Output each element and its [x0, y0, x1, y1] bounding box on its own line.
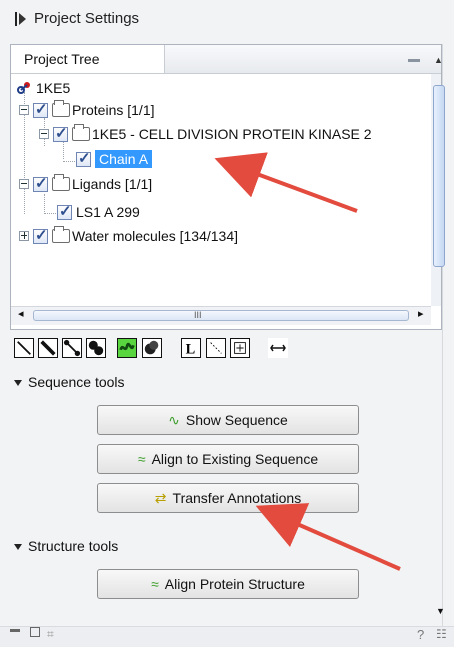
- ball-stick-style-icon[interactable]: [62, 338, 82, 358]
- checkbox-chain-a[interactable]: [76, 149, 91, 167]
- structure-tools-section[interactable]: Structure tools: [14, 538, 118, 554]
- scroll-down-icon[interactable]: ▼: [436, 606, 445, 616]
- align-icon: ≈: [137, 451, 146, 467]
- window-icon[interactable]: [30, 627, 40, 637]
- transfer-icon: ⇄: [154, 489, 167, 506]
- tree-row-proteins[interactable]: Proteins [1/1]: [19, 99, 155, 121]
- align-structure-label: Align Protein Structure: [164, 576, 305, 592]
- checkbox-protein-item[interactable]: [53, 124, 68, 142]
- tree-row-water[interactable]: Water molecules [134/134]: [19, 225, 238, 247]
- align-structure-icon: ≈: [151, 576, 159, 592]
- checkbox-water[interactable]: [33, 226, 48, 244]
- checkbox-ligand-item[interactable]: [57, 202, 72, 220]
- options-icon[interactable]: ☷: [436, 627, 447, 641]
- collapse-icon[interactable]: [39, 129, 49, 139]
- folder-icon: [52, 226, 70, 243]
- folder-icon: [72, 124, 90, 141]
- project-tree: 1KE5 Proteins [1/1] 1KE5 - CELL DIVISION…: [11, 74, 431, 306]
- tree-row-protein-item[interactable]: 1KE5 - CELL DIVISION PROTEIN KINASE 2: [39, 123, 372, 145]
- tree-row-ligand-item[interactable]: LS1 A 299: [57, 201, 140, 223]
- scroll-left-icon[interactable]: ◂: [18, 307, 24, 320]
- scroll-up-icon[interactable]: ▲: [434, 55, 443, 65]
- expand-triangle-icon: [14, 380, 22, 387]
- space-fill-style-icon[interactable]: [86, 338, 106, 358]
- collapse-arrow-icon[interactable]: [14, 10, 28, 28]
- folder-icon: [52, 174, 70, 191]
- align-existing-button[interactable]: ≈ Align to Existing Sequence: [97, 444, 359, 474]
- svg-text:L: L: [186, 341, 196, 357]
- show-sequence-label: Show Sequence: [185, 412, 288, 428]
- pin-icon[interactable]: ⌗: [47, 627, 54, 642]
- tree-row-chain-a[interactable]: Chain A: [76, 148, 153, 170]
- checkbox-proteins[interactable]: [33, 100, 48, 118]
- scroll-grip: III: [194, 310, 202, 320]
- tree-root-label: 1KE5: [36, 80, 71, 96]
- minimize-icon[interactable]: [10, 629, 20, 632]
- collapse-icon[interactable]: [19, 179, 29, 189]
- surface-style-icon[interactable]: [142, 338, 162, 358]
- line-tool-icon[interactable]: [206, 338, 226, 358]
- tab-label: Project Tree: [24, 51, 100, 67]
- expand-icon[interactable]: [19, 231, 29, 241]
- minimize-icon[interactable]: [408, 59, 420, 62]
- tree-label-ligands: Ligands [1/1]: [72, 176, 153, 192]
- transfer-annotations-button[interactable]: ⇄ Transfer Annotations: [97, 483, 359, 513]
- align-protein-structure-button[interactable]: ≈ Align Protein Structure: [97, 569, 359, 599]
- arrow-to-transfer-annotations: [255, 503, 401, 571]
- tree-label-water: Water molecules [134/134]: [72, 228, 239, 244]
- tree-label-protein-item: 1KE5 - CELL DIVISION PROTEIN KINASE 2: [92, 126, 372, 142]
- collapse-icon[interactable]: [19, 105, 29, 115]
- folder-icon: [52, 100, 70, 117]
- stick-style-icon[interactable]: [38, 338, 58, 358]
- bottom-bar: [0, 626, 454, 647]
- structure-tools-label: Structure tools: [28, 538, 119, 554]
- tree-line: [63, 161, 75, 162]
- sequence-wave-icon: ∿: [168, 411, 180, 428]
- box-tool-icon[interactable]: [230, 338, 250, 358]
- molecule-icon: [17, 82, 30, 94]
- tree-line: [44, 194, 45, 212]
- wireframe-style-icon[interactable]: [14, 338, 34, 358]
- scroll-right-icon[interactable]: ▸: [418, 307, 424, 320]
- tree-label-ligand-item: LS1 A 299: [76, 204, 140, 220]
- transfer-annotations-label: Transfer Annotations: [172, 490, 302, 506]
- sequence-tools-label: Sequence tools: [28, 374, 125, 390]
- help-icon[interactable]: ?: [417, 627, 424, 642]
- label-icon[interactable]: L: [181, 338, 201, 358]
- align-existing-label: Align to Existing Sequence: [151, 451, 319, 467]
- tree-row-ligands[interactable]: Ligands [1/1]: [19, 173, 152, 195]
- show-sequence-button[interactable]: ∿ Show Sequence: [97, 405, 359, 435]
- tree-label-proteins: Proteins [1/1]: [72, 102, 155, 118]
- measure-icon[interactable]: [268, 338, 288, 358]
- panel-title: Project Settings: [34, 10, 140, 27]
- tree-label-chain-a: Chain A: [95, 150, 153, 168]
- cartoon-style-icon[interactable]: [117, 338, 137, 358]
- horizontal-scroll-thumb[interactable]: [33, 310, 409, 321]
- checkbox-ligands[interactable]: [33, 174, 48, 192]
- tree-line: [44, 213, 56, 214]
- panel-scroll-thumb[interactable]: [433, 85, 445, 267]
- tree-root-row[interactable]: 1KE5: [16, 77, 70, 99]
- sequence-tools-section[interactable]: Sequence tools: [14, 374, 125, 390]
- expand-triangle-icon: [14, 544, 22, 551]
